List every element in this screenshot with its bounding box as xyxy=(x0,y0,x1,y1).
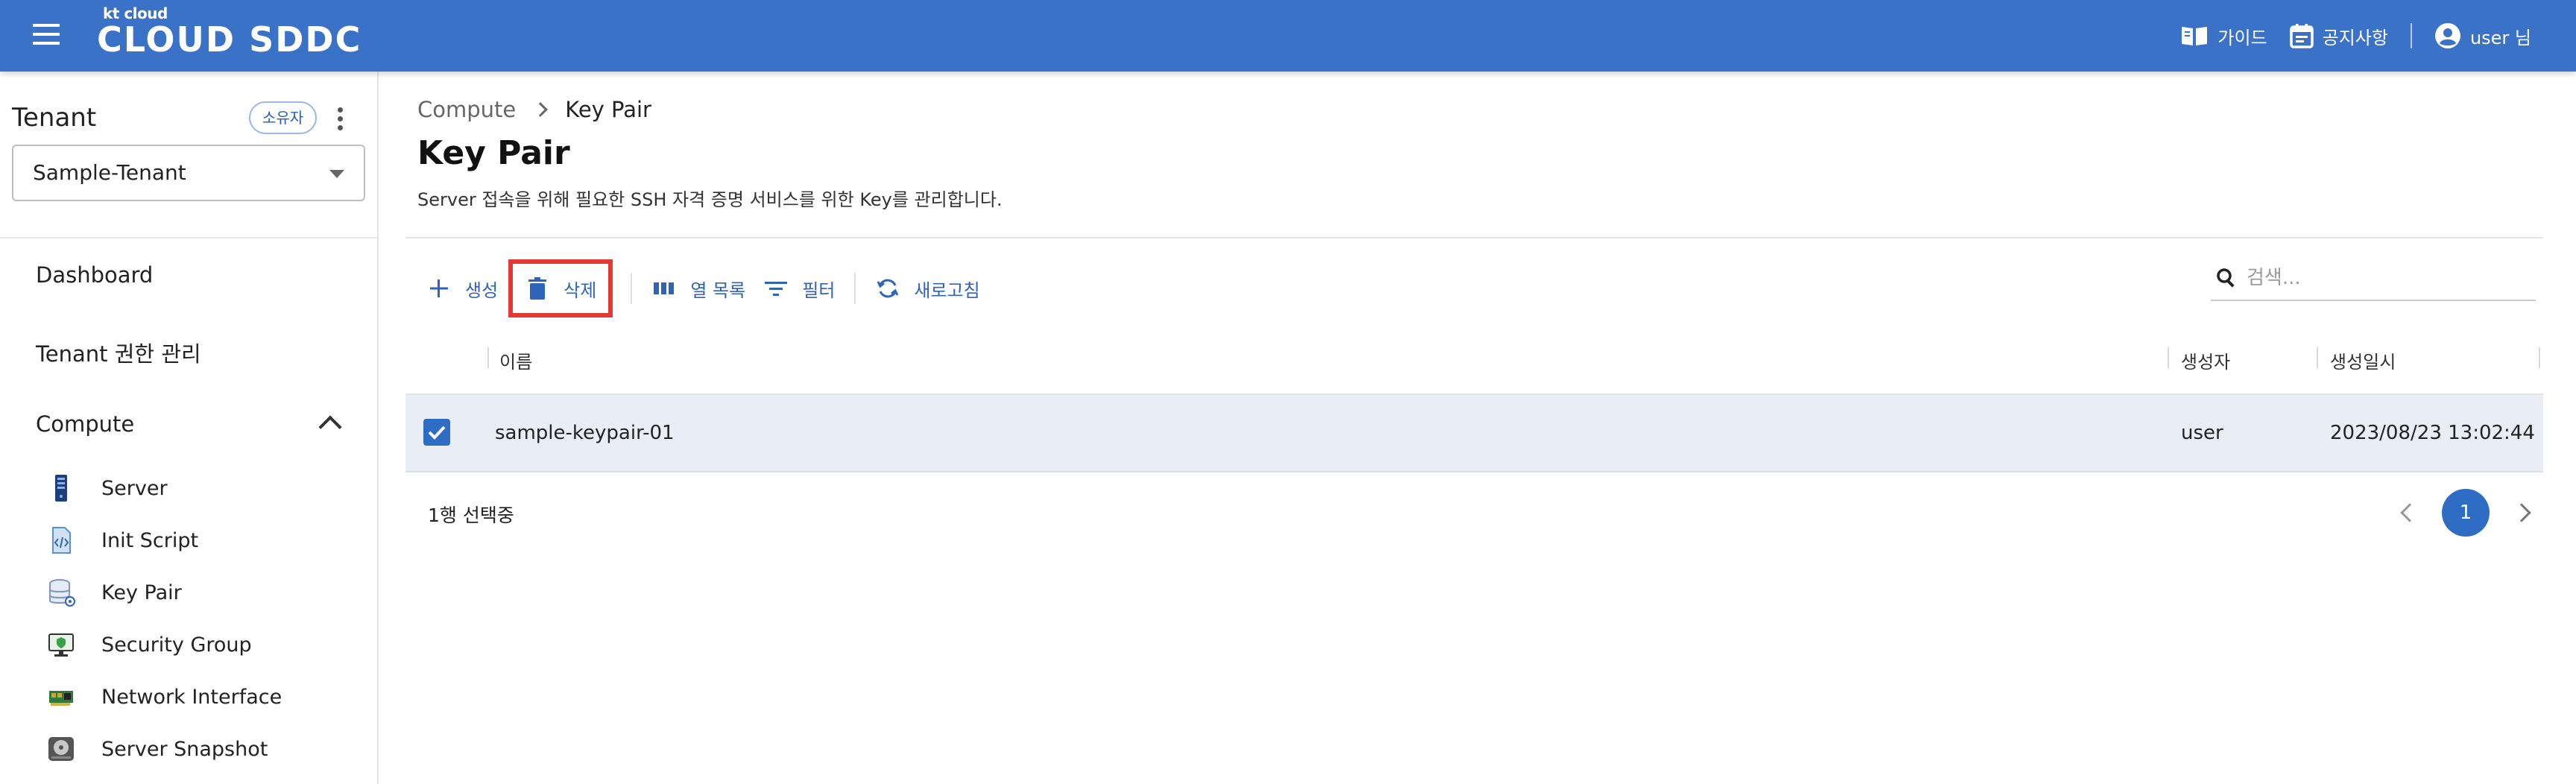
delete-button[interactable]: 삭제 xyxy=(508,259,613,317)
network-card-icon xyxy=(49,691,73,706)
page-title: Key Pair xyxy=(417,134,570,172)
table-row[interactable]: sample-keypair-01 user 2023/08/23 13:02:… xyxy=(405,395,2543,472)
filter-list-icon xyxy=(765,282,788,296)
main-content: Compute Key Pair Key Pair Server 접속을 위해 … xyxy=(380,72,2576,784)
owner-badge: 소유자 xyxy=(249,101,318,134)
refresh-icon xyxy=(877,279,899,298)
create-button[interactable]: 생성 xyxy=(417,265,507,312)
sidebar-item-network-interface[interactable]: Network Interface xyxy=(46,678,282,715)
column-header-creator[interactable]: 생성자 xyxy=(2181,347,2230,373)
notice-label: 공지사항 xyxy=(2322,27,2388,48)
page-description: Server 접속을 위해 필요한 SSH 자격 증명 서비스를 위한 Key를… xyxy=(417,189,1003,210)
columns-button[interactable]: 열 목록 xyxy=(643,265,754,312)
menu-icon[interactable] xyxy=(30,24,63,48)
breadcrumb-current: Key Pair xyxy=(565,97,651,122)
search-box xyxy=(2211,256,2536,301)
sidebar-item-server[interactable]: Server xyxy=(46,470,168,507)
sidebar-item-label: Network Interface xyxy=(101,685,282,709)
chevron-right-icon[interactable] xyxy=(2512,503,2531,522)
dropdown-arrow-icon xyxy=(329,170,344,178)
breadcrumb-compute[interactable]: Compute xyxy=(417,97,516,122)
calendar-icon xyxy=(2289,24,2314,48)
sidebar-item-server-snapshot[interactable]: Server Snapshot xyxy=(46,730,268,768)
cell-created-at: 2023/08/23 13:02:44 xyxy=(2330,422,2535,444)
brand-logo[interactable]: CLOUD SDDC xyxy=(97,19,362,60)
row-checkbox[interactable] xyxy=(423,419,450,446)
code-file-icon xyxy=(52,527,71,554)
sidebar-item-compute[interactable]: Compute xyxy=(36,411,134,437)
column-header-created-at[interactable]: 생성일시 xyxy=(2330,347,2396,373)
sidebar-item-init-script[interactable]: Init Script xyxy=(46,522,198,559)
keypair-table: 이름 생성자 생성일시 sample-keypair-01 user 2023/… xyxy=(405,322,2543,551)
table-header: 이름 생성자 생성일시 xyxy=(405,322,2543,395)
sidebar-item-label: Init Script xyxy=(101,528,199,552)
user-menu[interactable]: user 님 xyxy=(2434,22,2531,49)
toolbar-divider xyxy=(854,273,856,304)
sidebar: Tenant 소유자 Sample-Tenant Dashboard Tenan… xyxy=(0,72,379,784)
check-icon xyxy=(428,426,446,440)
database-key-icon xyxy=(49,579,75,607)
header-actions: 가이드 공지사항 user 님 xyxy=(2180,21,2531,51)
tenant-select-value: Sample-Tenant xyxy=(33,160,186,185)
column-divider xyxy=(487,347,489,368)
column-divider xyxy=(2539,347,2540,368)
page-button[interactable]: 1 xyxy=(2442,489,2490,537)
server-icon xyxy=(55,475,67,502)
sidebar-item-tenant-permissions[interactable]: Tenant 권한 관리 xyxy=(36,337,201,368)
breadcrumb: Compute Key Pair xyxy=(417,97,651,122)
toolbar-divider xyxy=(631,273,633,304)
guide-link[interactable]: 가이드 xyxy=(2180,23,2267,49)
column-divider xyxy=(2168,347,2169,368)
table-footer: 1행 선택중 1 xyxy=(405,472,2543,551)
search-input[interactable] xyxy=(2247,267,2522,289)
user-label: user 님 xyxy=(2469,27,2531,48)
trash-icon xyxy=(528,277,547,300)
account-circle-icon xyxy=(2434,23,2460,48)
chevron-right-icon xyxy=(533,102,549,117)
plus-icon xyxy=(430,279,448,297)
column-header-name[interactable]: 이름 xyxy=(499,347,532,373)
chevron-up-icon[interactable] xyxy=(318,415,342,439)
refresh-label: 새로고침 xyxy=(914,279,980,301)
chevron-left-icon[interactable] xyxy=(2400,503,2419,522)
selection-count: 1행 선택중 xyxy=(428,505,514,526)
sidebar-item-security-group[interactable]: Security Group xyxy=(46,626,252,663)
search-icon xyxy=(2217,268,2235,288)
header-divider xyxy=(405,237,2543,238)
view-column-icon xyxy=(654,282,675,294)
disk-snapshot-icon xyxy=(48,737,74,761)
header-divider xyxy=(2410,23,2412,48)
sidebar-item-label: Server xyxy=(101,476,168,500)
pagination: 1 xyxy=(2400,489,2531,537)
create-label: 생성 xyxy=(465,279,499,301)
sidebar-divider xyxy=(0,237,377,238)
cell-name: sample-keypair-01 xyxy=(495,422,675,444)
columns-label: 열 목록 xyxy=(690,279,746,301)
sidebar-item-label: Key Pair xyxy=(101,581,182,604)
sidebar-item-key-pair[interactable]: Key Pair xyxy=(46,574,182,611)
sidebar-item-dashboard[interactable]: Dashboard xyxy=(36,262,153,288)
tenant-select[interactable]: Sample-Tenant xyxy=(12,145,365,201)
filter-label: 필터 xyxy=(802,279,836,301)
book-icon xyxy=(2182,27,2208,45)
refresh-button[interactable]: 새로고침 xyxy=(866,265,988,312)
monitor-shield-icon xyxy=(48,633,74,657)
notice-link[interactable]: 공지사항 xyxy=(2289,23,2388,49)
sidebar-item-label: Security Group xyxy=(101,633,252,657)
column-divider xyxy=(2317,347,2318,368)
top-app-bar: kt cloud CLOUD SDDC 가이드 공지사항 user 님 xyxy=(0,0,2576,72)
guide-label: 가이드 xyxy=(2217,27,2267,48)
sidebar-item-label: Server Snapshot xyxy=(101,737,268,761)
more-vert-icon[interactable] xyxy=(334,107,346,133)
delete-label: 삭제 xyxy=(564,279,597,301)
tenant-title: Tenant xyxy=(12,103,97,133)
toolbar: 생성 삭제 열 목록 필터 새로고침 xyxy=(417,259,989,317)
cell-creator: user xyxy=(2181,422,2223,444)
filter-button[interactable]: 필터 xyxy=(754,265,844,312)
